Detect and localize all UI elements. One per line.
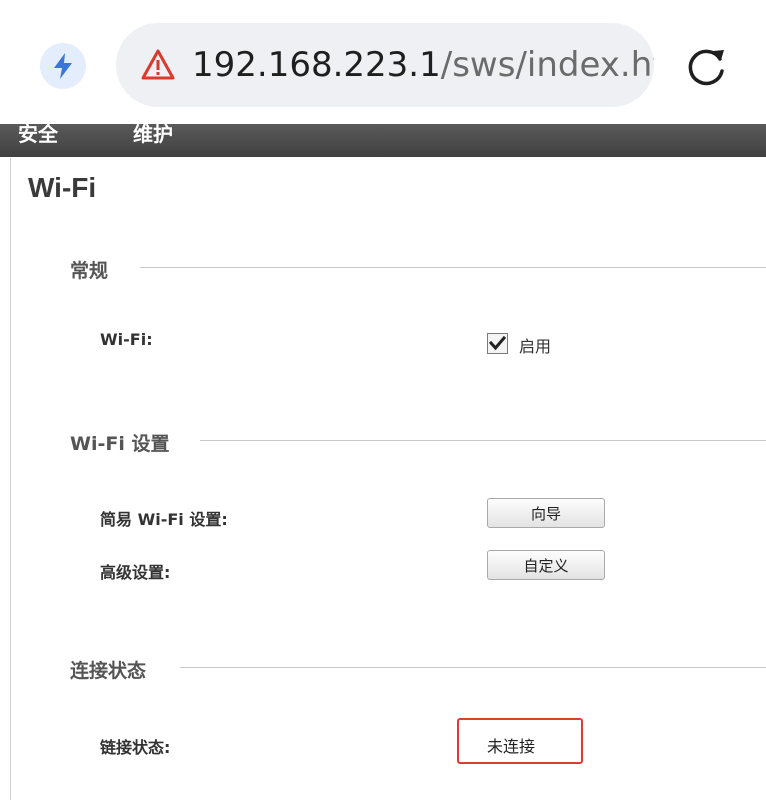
reload-icon[interactable] xyxy=(683,42,731,90)
browser-toolbar: 192.168.223.1/sws/index.htm xyxy=(0,0,766,122)
url-text[interactable]: 192.168.223.1/sws/index.htm xyxy=(192,43,654,87)
wizard-button[interactable]: 向导 xyxy=(487,498,605,528)
nav-item-maintenance[interactable]: 维护 xyxy=(133,124,173,147)
section-divider xyxy=(140,267,766,268)
section-title-wifi-settings: Wi-Fi 设置 xyxy=(70,433,170,455)
url-path: /sws/index.htm xyxy=(440,45,654,85)
link-status-label: 链接状态: xyxy=(100,738,171,757)
section-title-connection-status: 连接状态 xyxy=(70,660,147,682)
section-divider xyxy=(180,667,766,668)
wifi-enable-checkbox-label[interactable]: 启用 xyxy=(519,333,551,357)
address-bar[interactable]: 192.168.223.1/sws/index.htm xyxy=(116,23,654,107)
section-divider xyxy=(200,440,766,441)
section-title-general: 常规 xyxy=(70,260,109,282)
warning-triangle-icon[interactable] xyxy=(140,47,176,83)
url-host: 192.168.223.1 xyxy=(192,45,441,85)
advanced-settings-label: 高级设置: xyxy=(100,563,171,582)
wifi-enable-label: Wi-Fi: xyxy=(100,330,153,349)
nav-item-security[interactable]: 安全 xyxy=(18,124,58,147)
wifi-enable-checkbox[interactable] xyxy=(487,333,508,354)
router-nav-bar: 安全 维护 xyxy=(0,124,766,157)
page-title: Wi-Fi xyxy=(28,172,97,203)
easy-wifi-setup-label: 简易 Wi-Fi 设置: xyxy=(100,510,228,529)
content-left-border xyxy=(10,158,11,800)
custom-button[interactable]: 自定义 xyxy=(487,550,605,580)
lightning-icon[interactable] xyxy=(40,43,86,89)
link-status-value: 未连接 xyxy=(487,737,536,756)
checkmark-icon xyxy=(489,335,506,351)
